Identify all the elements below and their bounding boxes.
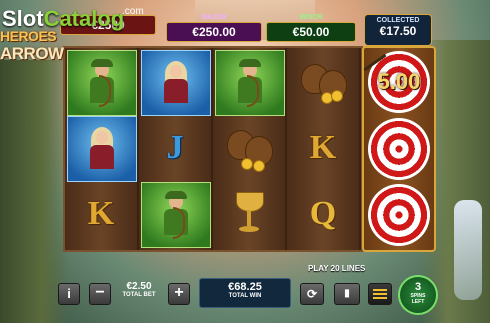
spins-left-count: 3 bbox=[414, 281, 422, 293]
collected-panel: COLLECTED €17.50 bbox=[364, 14, 432, 46]
reel-grid: K J K Q bbox=[63, 46, 363, 252]
total-win-label: TOTAL WIN bbox=[228, 293, 262, 299]
jackpot-minor-label: MINOR bbox=[299, 14, 323, 21]
maid-marian-icon bbox=[161, 59, 191, 103]
letter-j-icon: J bbox=[166, 129, 184, 166]
total-win-value: €68.25 bbox=[228, 281, 262, 293]
total-bet-label: TOTAL BET bbox=[122, 292, 156, 298]
maid-marian-icon bbox=[87, 125, 117, 169]
target-bonus-column: 5.00 bbox=[362, 46, 436, 252]
robin-hood-icon bbox=[87, 59, 117, 107]
menu-icon[interactable] bbox=[368, 283, 392, 305]
symbol-letter-q: Q bbox=[289, 182, 357, 246]
robin-hood-icon bbox=[235, 59, 265, 107]
target-2 bbox=[368, 118, 430, 180]
total-bet-value: €2.50 bbox=[126, 281, 152, 292]
gold-bags-icon bbox=[227, 126, 273, 172]
reel-3 bbox=[213, 48, 287, 250]
letter-k-icon: K bbox=[87, 195, 115, 232]
refresh-icon[interactable]: ⟳ bbox=[300, 283, 324, 305]
symbol-letter-k: K bbox=[67, 182, 135, 246]
decrease-bet-button[interactable]: − bbox=[89, 283, 111, 305]
symbol-robin-hood bbox=[141, 182, 211, 248]
letter-q-icon: Q bbox=[309, 195, 337, 232]
reel-1: K bbox=[65, 48, 139, 250]
symbol-robin-hood bbox=[67, 50, 137, 116]
spins-left-button[interactable]: 3 SPINS LEFT bbox=[398, 275, 438, 315]
reel-4: K Q bbox=[287, 48, 361, 250]
target-1-value: 5.00 bbox=[377, 69, 421, 94]
jackpot-major-label: MAJOR bbox=[201, 14, 227, 21]
jackpot-major-value: €250.00 bbox=[166, 22, 262, 42]
autoplay-icon[interactable]: ▮ bbox=[334, 283, 360, 305]
jackpot-minor: MINOR €50.00 bbox=[266, 14, 356, 46]
target-1: 5.00 bbox=[363, 51, 430, 113]
symbol-gold-bags bbox=[215, 116, 283, 180]
symbol-gold-bags bbox=[289, 50, 357, 114]
control-bar: PLAY 20 LINES i − €2.50 TOTAL BET + €68.… bbox=[0, 263, 490, 323]
game-scene: SlotCatalog .com HEROES ARROW €2500 MAJO… bbox=[0, 0, 490, 323]
reel-2: J bbox=[139, 48, 213, 250]
game-logo: HEROES ARROW bbox=[0, 28, 64, 64]
letter-k-icon: K bbox=[309, 129, 337, 166]
watermark-slot: Slot bbox=[2, 6, 44, 31]
site-watermark: SlotCatalog .com bbox=[2, 6, 144, 32]
symbol-robin-hood bbox=[215, 50, 285, 116]
target-2-value bbox=[368, 118, 430, 180]
logo-line2: ARROW bbox=[0, 44, 64, 63]
total-bet-display: €2.50 TOTAL BET bbox=[112, 281, 166, 305]
collected-label: COLLECTED bbox=[376, 17, 420, 24]
symbol-maid-marian bbox=[67, 116, 137, 182]
spins-left-label-2: LEFT bbox=[411, 299, 425, 305]
symbol-maid-marian bbox=[141, 50, 211, 116]
info-button[interactable]: i bbox=[58, 283, 80, 305]
jackpot-major: MAJOR €250.00 bbox=[166, 14, 262, 46]
gold-bags-icon bbox=[301, 60, 347, 104]
increase-bet-button[interactable]: + bbox=[168, 283, 190, 305]
target-3 bbox=[368, 184, 430, 246]
watermark-com: .com bbox=[122, 6, 144, 17]
robin-hood-icon bbox=[161, 191, 191, 239]
target-3-value bbox=[368, 184, 430, 246]
play-lines-label: PLAY 20 LINES bbox=[308, 264, 366, 273]
symbol-letter-k: K bbox=[289, 116, 357, 180]
goblet-icon bbox=[234, 192, 264, 236]
collected-value: €17.50 bbox=[379, 24, 417, 38]
symbol-goblet bbox=[215, 182, 283, 246]
total-win-display: €68.25 TOTAL WIN bbox=[199, 278, 291, 308]
symbol-letter-j: J bbox=[141, 116, 209, 180]
watermark-catalog: Catalog bbox=[43, 6, 125, 31]
jackpot-minor-value: €50.00 bbox=[266, 22, 356, 42]
